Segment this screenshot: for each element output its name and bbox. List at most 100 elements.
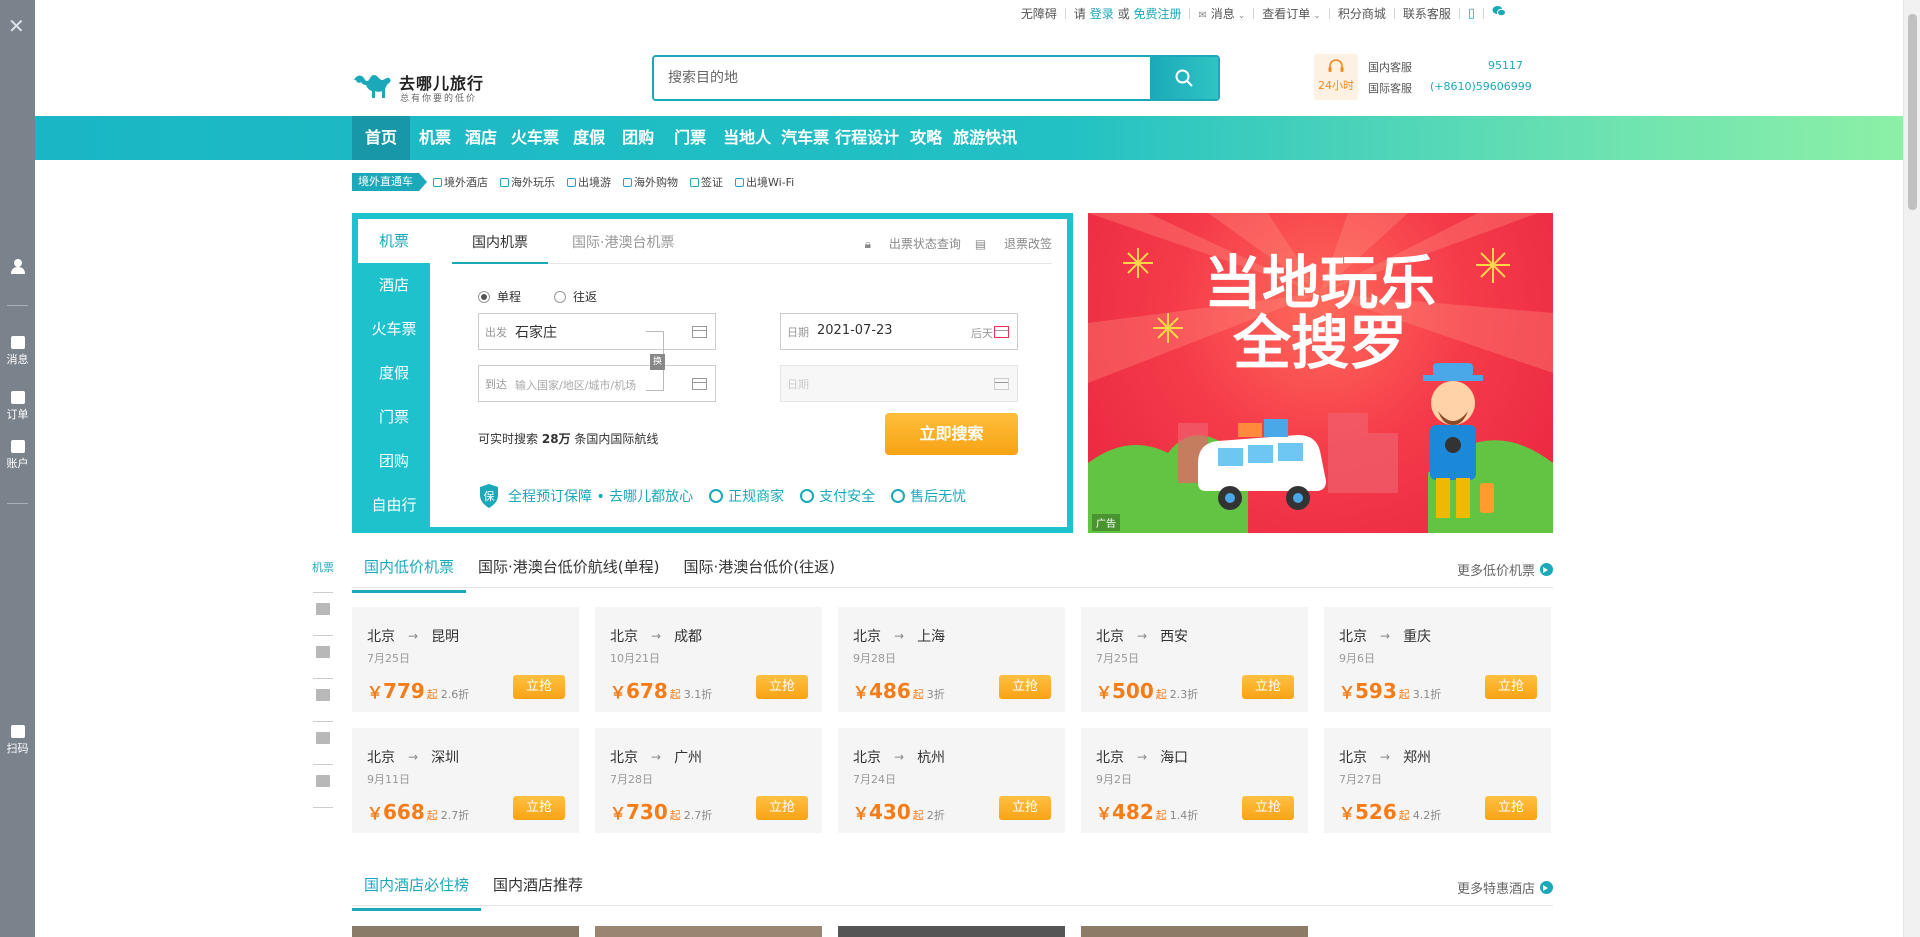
customer-service-link[interactable]: 联系客服 (1403, 5, 1451, 22)
tab-hotel-musts[interactable]: 国内酒店必住榜 (352, 870, 482, 911)
grab-deal-button[interactable]: 立抢 (999, 675, 1051, 699)
nav-news[interactable]: 旅游快讯 (950, 116, 1020, 160)
flight-deal-card[interactable]: 北京 → 郑州 7月27日 ￥ 526 起 4.2折 立抢 (1324, 728, 1551, 833)
flight-deal-card[interactable]: 北京 → 成都 10月21日 ￥ 678 起 3.1折 立抢 (595, 607, 822, 712)
hotel-thumbnail[interactable] (838, 926, 1065, 937)
tab-intl-roundtrip[interactable]: 国际·港澳台低价(往返) (672, 552, 847, 587)
section-index-tickets[interactable] (308, 689, 338, 730)
rail-account[interactable]: 账户 (0, 440, 35, 471)
scrollbar-thumb[interactable] (1908, 14, 1917, 210)
nav-flights[interactable]: 机票 (410, 116, 458, 160)
flight-deal-card[interactable]: 北京 → 海口 9月2日 ￥ 482 起 1.4折 立抢 (1081, 728, 1308, 833)
departure-field[interactable]: 出发 石家庄 (478, 313, 716, 350)
more-flights-link[interactable]: 更多低价机票 (1457, 560, 1553, 579)
flight-deal-card[interactable]: 北京 → 重庆 9月6日 ￥ 593 起 3.1折 立抢 (1324, 607, 1551, 712)
refund-change-link[interactable]: ▤ 退票改签 (975, 235, 1052, 252)
rail-orders[interactable]: 订单 (0, 391, 35, 422)
vtab-flights[interactable]: 机票 (358, 219, 430, 263)
search-button[interactable] (1150, 57, 1218, 99)
vtab-trains[interactable]: 火车票 (358, 307, 430, 351)
tab-domestic-flights[interactable]: 国内机票 (452, 232, 548, 264)
section-index-flights[interactable]: 机票 (308, 560, 338, 601)
vtab-tickets[interactable]: 门票 (358, 395, 430, 439)
flight-deal-card[interactable]: 北京 → 西安 7月25日 ￥ 500 起 2.3折 立抢 (1081, 607, 1308, 712)
flight-deal-card[interactable]: 北京 → 杭州 7月24日 ￥ 430 起 2折 立抢 (838, 728, 1065, 833)
points-mall-link[interactable]: 积分商城 (1338, 5, 1386, 22)
one-way-radio[interactable]: 单程 (478, 288, 521, 305)
grab-deal-button[interactable]: 立抢 (1242, 796, 1294, 820)
ticket-status-link[interactable]: 🔒︎ 出票状态查询 (865, 235, 961, 252)
grab-deal-button[interactable]: 立抢 (999, 796, 1051, 820)
abroad-shopping-link[interactable]: 海外购物 (623, 174, 678, 190)
tab-intl-oneway[interactable]: 国际·港澳台低价航线(单程) (466, 552, 671, 587)
flight-deal-card[interactable]: 北京 → 上海 9月28日 ￥ 486 起 3折 立抢 (838, 607, 1065, 712)
user-icon[interactable] (0, 258, 35, 277)
flight-route: 北京 → 昆明 (367, 626, 459, 646)
rail-scan[interactable]: 扫码 (0, 725, 35, 756)
grab-deal-button[interactable]: 立抢 (756, 796, 808, 820)
nav-home[interactable]: 首页 (352, 116, 411, 160)
page-scrollbar[interactable] (1903, 0, 1920, 937)
abroad-hotels-link[interactable]: 境外酒店 (433, 174, 488, 190)
section-index-hotels[interactable] (308, 603, 338, 644)
rail-messages[interactable]: 消息 (0, 336, 35, 367)
nav-locals[interactable]: 当地人 (716, 116, 778, 160)
nav-tickets[interactable]: 门票 (664, 116, 716, 160)
flight-deal-card[interactable]: 北京 → 广州 7月28日 ￥ 730 起 2.7折 立抢 (595, 728, 822, 833)
grab-deal-button[interactable]: 立抢 (1485, 675, 1537, 699)
orders-menu[interactable]: 查看订单 ⌄ (1262, 5, 1321, 22)
close-icon[interactable]: ✕ (8, 16, 25, 36)
nav-groupbuy[interactable]: 团购 (612, 116, 664, 160)
arrival-field[interactable]: 到达 输入国家/地区/城市/机场 (478, 365, 716, 402)
nav-itinerary[interactable]: 行程设计 (832, 116, 902, 160)
date-field[interactable]: 日期 2021-07-23 后天 (780, 313, 1018, 350)
grab-deal-button[interactable]: 立抢 (513, 675, 565, 699)
promo-banner[interactable]: 当地玩乐 全搜罗 广告 (1088, 213, 1553, 533)
vtab-hotels[interactable]: 酒店 (358, 263, 430, 307)
site-logo[interactable]: 去哪儿旅行 总有你要的低价 (352, 66, 502, 106)
hotel-thumbnail[interactable] (352, 926, 579, 937)
nav-trains[interactable]: 火车票 (504, 116, 566, 160)
route-from: 北京 (853, 629, 881, 645)
nav-bus[interactable]: 汽车票 (778, 116, 832, 160)
more-hotels-link[interactable]: 更多特惠酒店 (1457, 878, 1553, 897)
flight-deal-card[interactable]: 北京 → 深圳 9月11日 ￥ 668 起 2.7折 立抢 (352, 728, 579, 833)
vtab-groupbuy[interactable]: 团购 (358, 439, 430, 483)
hotel-thumbnail[interactable] (1081, 926, 1308, 937)
tab-hotel-recommend[interactable]: 国内酒店推荐 (481, 870, 595, 905)
grab-deal-button[interactable]: 立抢 (1485, 796, 1537, 820)
register-link[interactable]: 免费注册 (1133, 5, 1181, 22)
tab-domestic-lowprice[interactable]: 国内低价机票 (352, 552, 467, 593)
grab-deal-button[interactable]: 立抢 (513, 796, 565, 820)
vtab-freetour[interactable]: 自由行 (358, 483, 430, 527)
round-trip-radio[interactable]: 往返 (554, 288, 597, 305)
search-flights-button[interactable]: 立即搜索 (885, 413, 1018, 455)
section-index-vacation[interactable] (308, 646, 338, 687)
hotel-thumbnail[interactable] (595, 926, 822, 937)
destination-search-input[interactable] (654, 57, 1150, 99)
abroad-fun-link[interactable]: 海外玩乐 (500, 174, 555, 190)
tab-intl-flights[interactable]: 国际·港澳台机票 (572, 232, 674, 252)
section-index-guides[interactable] (308, 775, 338, 816)
login-link[interactable]: 登录 (1090, 5, 1114, 22)
swap-cities-button[interactable]: 换 (646, 331, 665, 391)
nav-hotels[interactable]: 酒店 (458, 116, 504, 160)
grab-deal-button[interactable]: 立抢 (756, 675, 808, 699)
section-index-trains[interactable] (308, 732, 338, 773)
wechat-icon[interactable] (1492, 5, 1506, 21)
price-from-label: 起 (669, 688, 681, 701)
more-flights-label: 更多低价机票 (1456, 564, 1535, 579)
nav-vacation[interactable]: 度假 (566, 116, 612, 160)
grab-deal-button[interactable]: 立抢 (1242, 675, 1294, 699)
abroad-tour-link[interactable]: 出境游 (567, 174, 611, 190)
price-amount: 678 (626, 679, 668, 703)
flight-price: ￥ 593 起 3.1折 (1339, 679, 1441, 703)
abroad-visa-link[interactable]: 签证 (690, 174, 723, 190)
flight-deal-card[interactable]: 北京 → 昆明 7月25日 ￥ 779 起 2.6折 立抢 (352, 607, 579, 712)
vtab-vacation[interactable]: 度假 (358, 351, 430, 395)
messages-menu[interactable]: ✉ 消息 ⌄ (1198, 5, 1245, 22)
mobile-icon[interactable]: ▯ (1468, 6, 1475, 21)
accessibility-link[interactable]: 无障碍 (1021, 5, 1057, 22)
abroad-wifi-link[interactable]: 出境Wi-Fi (735, 174, 794, 190)
nav-guides[interactable]: 攻略 (902, 116, 950, 160)
